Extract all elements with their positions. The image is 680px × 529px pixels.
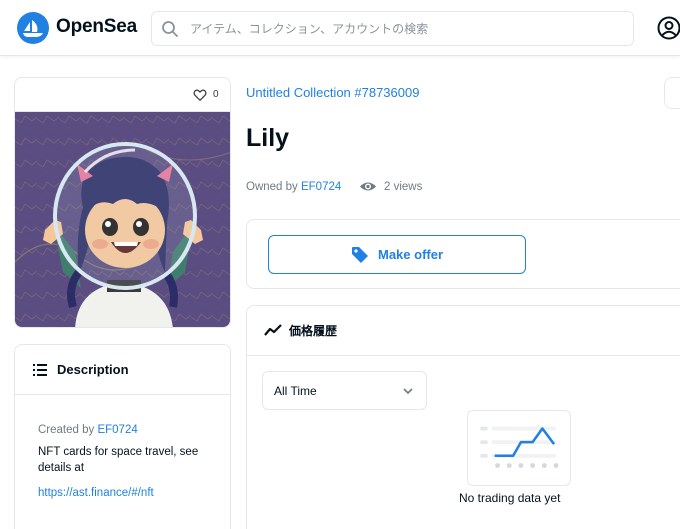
description-card: Description Created by EF0724 NFT cards … xyxy=(14,344,231,529)
collection-link[interactable]: Untitled Collection #78736009 xyxy=(246,85,419,100)
empty-chart-icon xyxy=(467,410,571,486)
created-by-label: Created by xyxy=(38,424,95,436)
owned-by-label: Owned by xyxy=(246,181,298,193)
no-trading-data-message: No trading data yet xyxy=(459,491,561,505)
creator-link[interactable]: EF0724 xyxy=(97,424,137,436)
heart-icon[interactable] xyxy=(193,88,207,102)
nft-image[interactable] xyxy=(15,112,231,328)
price-history-header[interactable]: 価格履歴 xyxy=(247,306,680,356)
top-navigation-bar: OpenSea xyxy=(0,0,680,56)
profile-icon[interactable] xyxy=(657,16,680,40)
trend-icon xyxy=(264,324,282,336)
search-icon xyxy=(162,21,178,37)
created-by-line: Created by EF0724 xyxy=(38,424,138,436)
nft-image-card: 0 xyxy=(14,77,231,328)
owner-line: Owned by EF0724 xyxy=(246,181,341,193)
description-link[interactable]: https://ast.finance/#/nft xyxy=(38,487,154,499)
owner-link[interactable]: EF0724 xyxy=(301,181,341,193)
make-offer-button[interactable]: Make offer xyxy=(268,235,526,274)
brand-name[interactable]: OpenSea xyxy=(56,16,137,38)
favorite-count: 0 xyxy=(213,89,219,100)
view-count: 2 views xyxy=(384,181,423,193)
description-text: NFT cards for space travel, see details … xyxy=(38,446,199,474)
eye-icon xyxy=(360,182,376,191)
chevron-down-icon xyxy=(403,388,413,395)
make-offer-label: Make offer xyxy=(378,247,444,262)
price-history-title: 価格履歴 xyxy=(289,324,338,338)
description-header[interactable]: Description xyxy=(15,345,230,395)
description-title: Description xyxy=(57,362,129,377)
tag-icon xyxy=(352,247,368,263)
time-range-value: All Time xyxy=(274,384,317,398)
opensea-logo-icon[interactable] xyxy=(17,12,49,44)
search-input[interactable] xyxy=(190,12,620,45)
share-button[interactable] xyxy=(664,77,680,109)
description-lines-icon xyxy=(33,364,47,376)
time-range-select[interactable]: All Time xyxy=(262,371,427,410)
asset-title: Lily xyxy=(246,124,290,152)
favorite-bar: 0 xyxy=(15,78,230,112)
search-bar[interactable] xyxy=(151,11,634,46)
